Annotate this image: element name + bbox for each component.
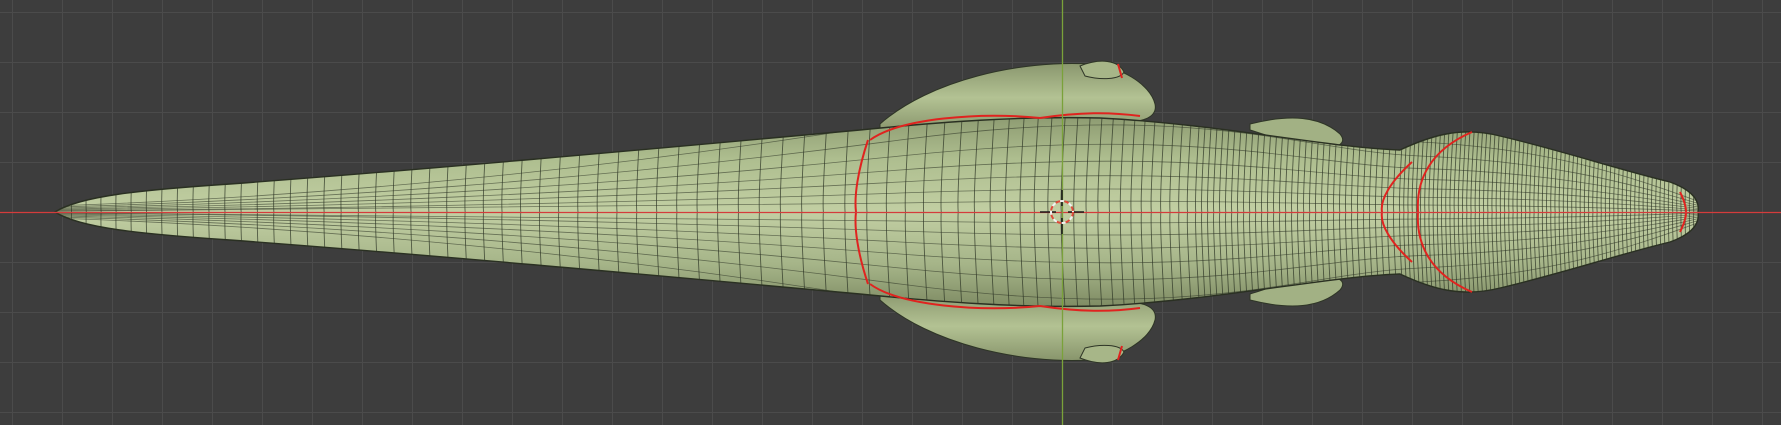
left-toe bbox=[1079, 60, 1125, 80]
right-toe bbox=[1079, 344, 1125, 364]
viewport-canvas[interactable] bbox=[0, 0, 1781, 425]
3d-viewport[interactable] bbox=[0, 0, 1781, 425]
